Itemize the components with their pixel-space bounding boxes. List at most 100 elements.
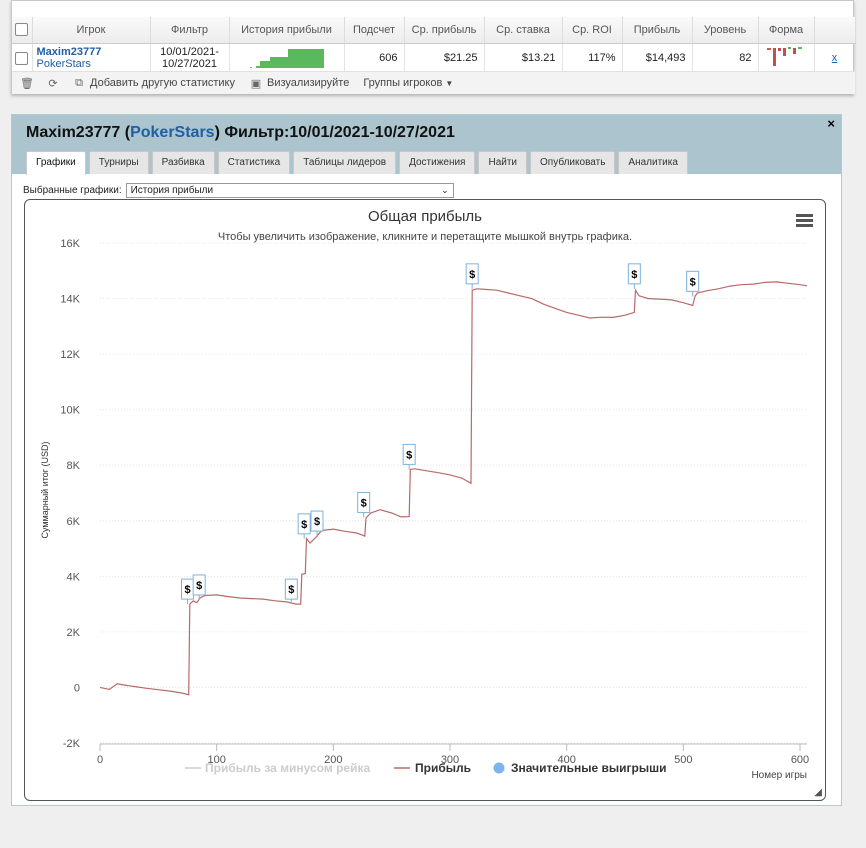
chart-selector-label: Выбранные графики: <box>23 185 122 196</box>
svg-text:$: $ <box>196 580 202 592</box>
chevron-down-icon: ▼ <box>445 78 454 88</box>
x-axis-label: Номер игры <box>751 770 807 781</box>
table-header-row: Игрок Фильтр История прибыли Подсчет Ср.… <box>12 17 856 44</box>
player-table: Игрок Фильтр История прибыли Подсчет Ср.… <box>12 17 856 73</box>
remove-row-link[interactable]: x <box>832 52 838 64</box>
svg-text:$: $ <box>361 497 367 509</box>
row-checkbox[interactable] <box>15 51 29 65</box>
close-icon[interactable]: × <box>827 116 835 131</box>
big-win-marker[interactable]: $ <box>357 491 371 518</box>
chart-selector-dropdown[interactable]: История прибыли ⌄ <box>125 183 454 198</box>
tab-find[interactable]: Найти <box>478 151 528 174</box>
y-tick-label: 0 <box>74 682 80 694</box>
y-axis-label: Суммарный итог (USD) <box>40 441 50 538</box>
tab-publish[interactable]: Опубликовать <box>530 151 616 174</box>
x-tick-label: 500 <box>674 754 692 766</box>
header-count[interactable]: Подсчет <box>344 17 405 44</box>
refresh-icon[interactable]: ⟳ <box>46 77 60 90</box>
profit-chart[interactable]: Общая прибыль Чтобы увеличить изображение… <box>25 200 825 800</box>
visualize-label: Визуализируйте <box>267 77 350 89</box>
panel-close-paren: ) <box>214 124 220 141</box>
tab-leaderboards[interactable]: Таблицы лидеров <box>293 151 397 174</box>
big-win-marker[interactable]: $ <box>181 578 194 605</box>
chevron-down-icon: ⌄ <box>441 185 449 195</box>
select-all-cell[interactable] <box>12 17 33 44</box>
level-cell: 82 <box>692 43 759 73</box>
svg-text:$: $ <box>469 269 475 281</box>
tab-breakdown[interactable]: Разбивка <box>151 151 215 174</box>
image-icon: ▣ <box>250 77 262 90</box>
chart-container[interactable]: Общая прибыль Чтобы увеличить изображение… <box>24 199 826 801</box>
filter-cell: 10/01/2021- 10/27/2021 <box>150 43 230 73</box>
player-groups-dropdown[interactable]: Группы игроков ▼ <box>363 77 453 89</box>
count-cell: 606 <box>344 43 405 73</box>
panel-tabs: Графики Турниры Разбивка Статистика Табл… <box>26 151 691 175</box>
player-groups-label: Группы игроков <box>363 77 443 89</box>
svg-text:$: $ <box>690 276 696 288</box>
add-stat-button[interactable]: ⧉ Добавить другую статистику <box>72 77 235 90</box>
player-table-panel: Игрок Фильтр История прибыли Подсчет Ср.… <box>11 0 856 94</box>
filter-to: 10/27/2021 <box>161 58 218 70</box>
legend-big-wins-label: Значительные выигрыши <box>511 761 667 775</box>
chart-menu-icon[interactable] <box>796 214 813 227</box>
header-avg-profit[interactable]: Ср. прибыль <box>404 17 485 44</box>
resize-handle-icon[interactable]: ◢ <box>814 787 822 798</box>
x-tick-label: 0 <box>97 754 103 766</box>
remove-cell: x <box>814 43 856 73</box>
header-player[interactable]: Игрок <box>32 17 151 44</box>
svg-text:$: $ <box>314 516 320 528</box>
tab-charts[interactable]: Графики <box>26 151 86 175</box>
svg-text:$: $ <box>288 584 294 596</box>
legend-big-wins-swatch <box>493 762 505 774</box>
select-all-checkbox[interactable] <box>15 23 29 37</box>
row-select-cell[interactable] <box>12 43 33 73</box>
tab-statistics[interactable]: Статистика <box>217 151 291 174</box>
chart-selector-value: История прибыли <box>130 185 214 196</box>
add-stat-label: Добавить другую статистику <box>90 77 235 89</box>
big-win-marker[interactable]: $ <box>627 263 641 289</box>
y-tick-label: 12K <box>60 349 80 361</box>
chart-selector-row: Выбранные графики: История прибыли ⌄ <box>23 183 454 198</box>
tab-tournaments[interactable]: Турниры <box>88 151 149 174</box>
header-avg-stake[interactable]: Ср. ставка <box>484 17 563 44</box>
player-site-link[interactable]: PokerStars <box>37 58 144 70</box>
header-form[interactable]: Форма <box>758 17 815 44</box>
tab-achievements[interactable]: Достижения <box>399 151 476 174</box>
trash-icon[interactable]: 🗑 <box>20 77 34 90</box>
header-profit-history[interactable]: История прибыли <box>229 17 345 44</box>
panel-title: Maxim23777 (PokerStars) Фильтр:10/01/202… <box>26 124 455 142</box>
player-cell: Maxim23777 PokerStars <box>32 43 151 73</box>
tab-analytics[interactable]: Аналитика <box>618 151 688 174</box>
player-details-panel: Maxim23777 (PokerStars) Фильтр:10/01/202… <box>11 114 842 806</box>
visualize-button[interactable]: ▣ Визуализируйте <box>249 77 350 90</box>
table-row[interactable]: Maxim23777 PokerStars 10/01/2021- 10/27/… <box>12 43 856 73</box>
header-filter[interactable]: Фильтр <box>150 17 230 44</box>
y-tick-label: 16K <box>60 238 80 250</box>
big-win-marker[interactable]: $ <box>297 513 311 539</box>
big-win-marker[interactable]: $ <box>310 510 324 537</box>
y-tick-label: 2K <box>67 627 81 639</box>
add-column-icon: ⧉ <box>75 76 83 89</box>
big-win-marker[interactable]: $ <box>284 578 298 605</box>
header-profit[interactable]: Прибыль <box>622 17 693 44</box>
header-avg-roi[interactable]: Ср. ROI <box>562 17 623 44</box>
panel-filter-range: Фильтр:10/01/2021-10/27/2021 <box>224 124 455 141</box>
y-tick-label: 10K <box>60 405 80 417</box>
form-sparkline <box>766 46 802 66</box>
chart-subtitle: Чтобы увеличить изображение, кликните и … <box>218 231 632 243</box>
player-name-link[interactable]: Maxim23777 <box>37 46 144 58</box>
big-win-marker[interactable]: $ <box>465 263 479 289</box>
header-level[interactable]: Уровень <box>692 17 759 44</box>
avg-stake-cell: $13.21 <box>484 43 563 73</box>
panel-site-link[interactable]: PokerStars <box>130 124 215 141</box>
big-win-marker[interactable]: $ <box>402 443 416 470</box>
profit-series-line <box>99 281 808 696</box>
y-tick-label: 6K <box>67 516 81 528</box>
chart-title: Общая прибыль <box>368 208 482 225</box>
y-tick-label: 4K <box>67 571 81 583</box>
x-tick-label: 600 <box>791 754 809 766</box>
legend-rakeless-label: Прибыль за минусом рейка <box>205 761 370 775</box>
table-toolbar: 🗑 ⟳ ⧉ Добавить другую статистику ▣ Визуали… <box>12 71 855 94</box>
avg-profit-cell: $21.25 <box>404 43 485 73</box>
svg-text:$: $ <box>184 584 190 596</box>
